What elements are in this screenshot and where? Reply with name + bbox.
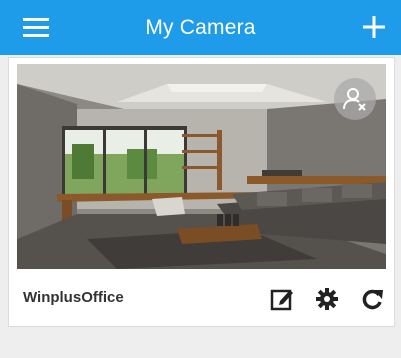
menu-button[interactable] xyxy=(20,12,54,42)
app-screen: My Camera WinplusOffice xyxy=(0,0,401,358)
user-x-icon xyxy=(343,88,366,111)
camera-preview-image xyxy=(17,64,386,269)
gear-icon xyxy=(316,288,338,310)
refresh-button[interactable] xyxy=(359,286,385,312)
settings-button[interactable] xyxy=(314,286,340,312)
camera-name: WinplusOffice xyxy=(23,289,124,306)
user-x-button[interactable] xyxy=(334,78,376,120)
edit-button[interactable] xyxy=(269,286,295,312)
list-bottom-area xyxy=(0,330,401,358)
plus-icon xyxy=(363,16,385,38)
edit-icon xyxy=(270,289,293,311)
add-camera-button[interactable] xyxy=(357,10,391,44)
app-header: My Camera xyxy=(0,0,401,55)
camera-preview[interactable] xyxy=(17,64,386,269)
refresh-icon xyxy=(362,289,383,310)
page-title: My Camera xyxy=(145,16,256,39)
camera-card: WinplusOffice xyxy=(8,57,395,327)
hamburger-menu-icon xyxy=(23,18,49,37)
camera-card-footer: WinplusOffice xyxy=(9,270,394,326)
